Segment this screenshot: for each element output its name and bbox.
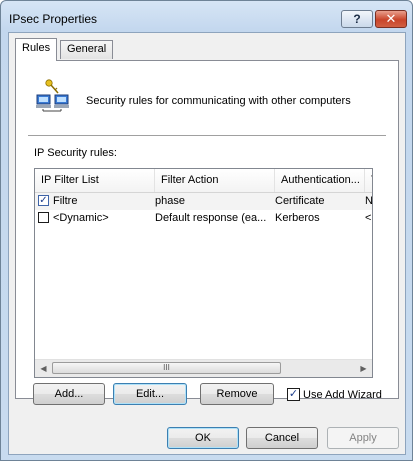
close-button[interactable]: ✕ [375, 10, 407, 28]
help-button[interactable]: ? [341, 10, 373, 28]
rule-enabled-checkbox[interactable] [38, 212, 49, 223]
use-add-wizard-label[interactable]: Use Add Wizard [303, 389, 382, 401]
column-header-tunnel[interactable]: Tu [365, 169, 372, 192]
scrollbar-thumb[interactable]: III [52, 362, 281, 374]
dialog-window: IPsec Properties ? ✕ Rules General Secur… [0, 0, 413, 461]
add-button[interactable]: Add... [33, 383, 105, 405]
table-row[interactable]: ✓ Filtre phase Certificate No [35, 193, 372, 210]
horizontal-scrollbar[interactable]: ◀ III ▶ [35, 359, 372, 377]
column-header-ip-filter-list[interactable]: IP Filter List [35, 169, 155, 192]
cell-tunnel: <N [365, 212, 372, 224]
tab-general[interactable]: General [60, 40, 114, 59]
ip-security-rules-list[interactable]: IP Filter List Filter Action Authenticat… [34, 168, 373, 378]
list-header: IP Filter List Filter Action Authenticat… [35, 169, 372, 193]
cell-filter-list: <Dynamic> [53, 212, 109, 224]
window-title: IPsec Properties [9, 12, 98, 26]
cell-tunnel: No [365, 195, 373, 207]
header-divider [28, 135, 386, 137]
apply-button[interactable]: Apply [327, 427, 399, 449]
ok-button[interactable]: OK [167, 427, 239, 449]
cell-filter-action: Default response (ea... [155, 212, 267, 224]
edit-button[interactable]: Edit... [113, 383, 187, 405]
title-bar[interactable]: IPsec Properties ? ✕ [1, 1, 412, 31]
table-row[interactable]: <Dynamic> Default response (ea... Kerber… [35, 210, 372, 227]
header-description: Security rules for communicating with ot… [86, 95, 351, 107]
rules-list-label: IP Security rules: [34, 147, 117, 159]
cell-authentication: Certificate [275, 195, 325, 207]
remove-button[interactable]: Remove [200, 383, 274, 405]
rule-enabled-checkbox[interactable]: ✓ [38, 195, 49, 206]
cell-filter-action: phase [155, 195, 185, 207]
column-header-authentication[interactable]: Authentication... [275, 169, 365, 192]
cell-filter-list: Filtre [53, 195, 78, 207]
cancel-button[interactable]: Cancel [246, 427, 318, 449]
cell-authentication: Kerberos [275, 212, 320, 224]
dialog-client-area: Rules General Security rules for communi… [8, 32, 406, 455]
column-header-filter-action[interactable]: Filter Action [155, 169, 275, 192]
use-add-wizard-checkbox[interactable]: ✓ [287, 388, 300, 401]
scroll-right-icon[interactable]: ▶ [355, 360, 372, 377]
scroll-left-icon[interactable]: ◀ [35, 360, 52, 377]
tab-rules[interactable]: Rules [15, 38, 58, 61]
rules-tab-panel: Security rules for communicating with ot… [15, 60, 399, 399]
network-computers-key-icon [36, 79, 69, 112]
